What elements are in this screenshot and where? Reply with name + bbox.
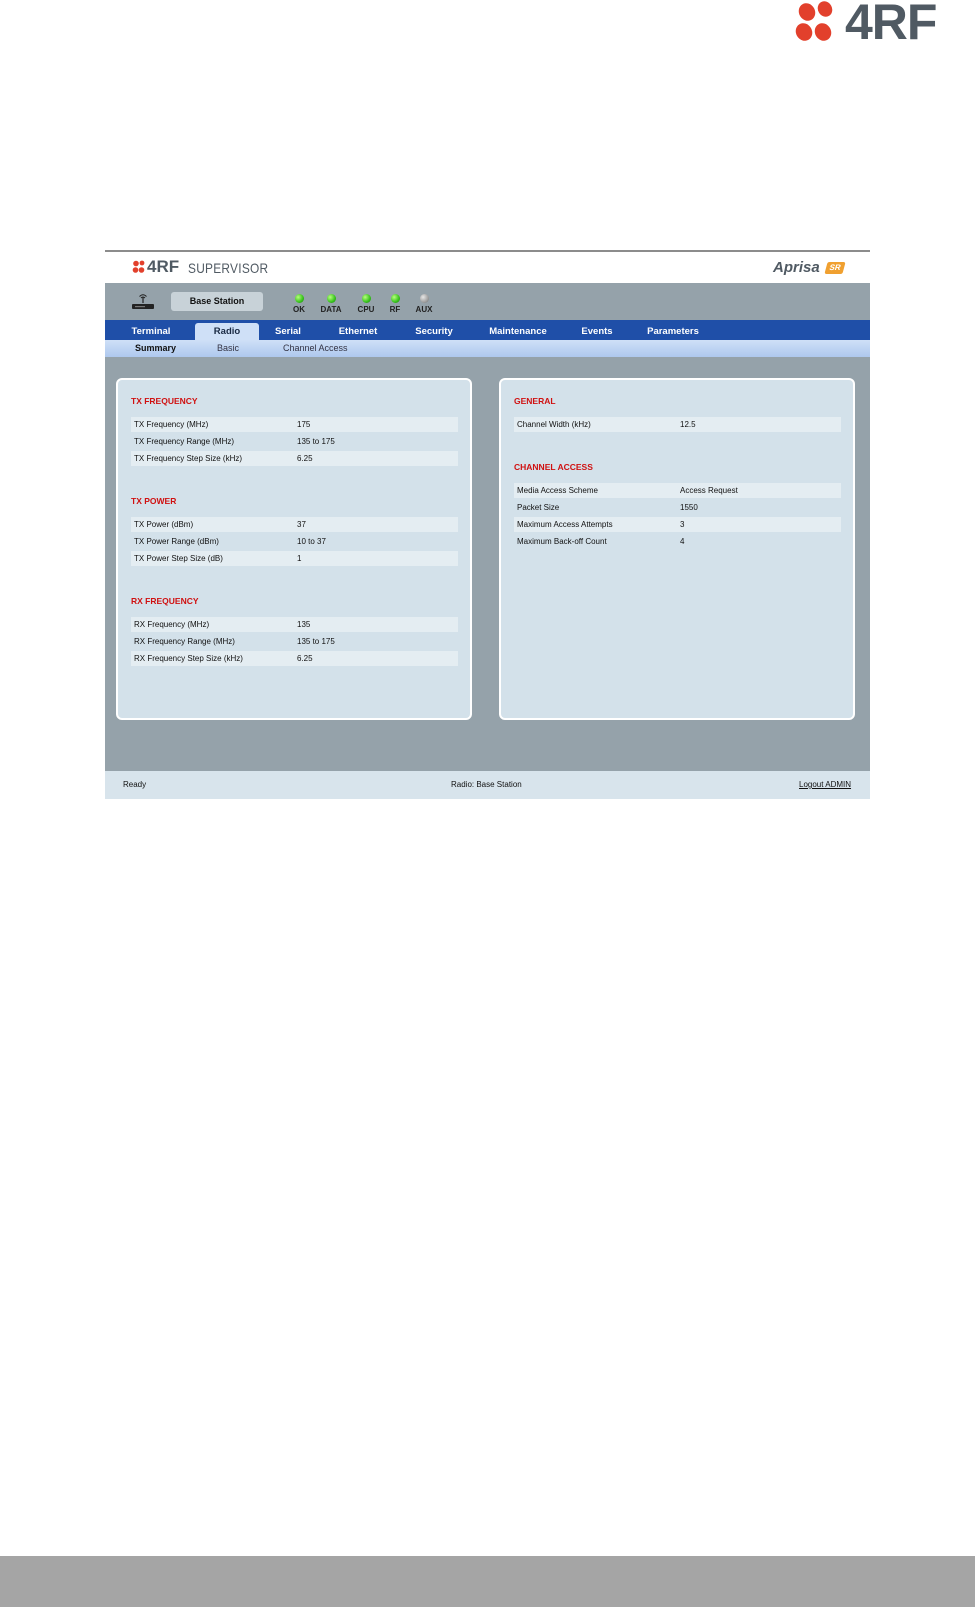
page-footer-band [0,1556,975,1607]
row-label: Maximum Back-off Count [517,537,607,546]
table-row: TX Frequency (MHz) 175 [131,417,458,432]
footer-status-bar: Ready Radio: Base Station Logout ADMIN [105,771,870,799]
table-row: Packet Size 1550 [514,500,841,515]
brand-4rf: 4RF [147,257,180,276]
row-value: 12.5 [680,420,696,429]
subtab-summary[interactable]: Summary [135,340,176,357]
table-row: Media Access Scheme Access Request [514,483,841,498]
led-data-icon [327,294,336,303]
app-header: 4RF SUPERVISOR Aprisa SR [105,252,870,283]
row-value: 1 [297,554,302,563]
row-value: 135 [297,620,311,629]
logout-link[interactable]: Logout ADMIN [799,779,851,791]
tab-serial[interactable]: Serial [265,323,311,340]
row-label: TX Power (dBm) [134,520,194,529]
main-nav: Terminal Radio Serial Ethernet Security … [105,320,870,340]
row-label: Packet Size [517,503,560,512]
section-title-general: GENERAL [514,396,556,406]
row-label: RX Frequency Range (MHz) [134,637,235,646]
row-value: Access Request [680,486,738,495]
table-row: RX Frequency Range (MHz) 135 to 175 [131,634,458,649]
table-row: Maximum Access Attempts 3 [514,517,841,532]
table-row: TX Frequency Range (MHz) 135 to 175 [131,434,458,449]
status-bar: Base Station OK DATA CPU RF AUX [105,283,870,320]
row-label: RX Frequency Step Size (kHz) [134,654,243,663]
section-title-channel-access: CHANNEL ACCESS [514,462,593,472]
led-label-aux: AUX [415,305,433,314]
tab-radio[interactable]: Radio [195,323,259,340]
table-row: RX Frequency (MHz) 135 [131,617,458,632]
led-label-ok: OK [293,305,305,314]
brand-dots-icon [132,260,145,273]
row-value: 3 [680,520,685,529]
sub-nav: Summary Basic Channel Access [105,340,870,357]
row-label: TX Frequency Step Size (kHz) [134,454,243,463]
logo-dots-icon [795,1,833,41]
tab-terminal[interactable]: Terminal [123,323,179,340]
tab-events[interactable]: Events [575,323,619,340]
brand-supervisor: SUPERVISOR [188,260,269,276]
row-label: Maximum Access Attempts [517,520,613,529]
subtab-basic[interactable]: Basic [217,340,239,357]
row-value: 6.25 [297,654,313,663]
row-label: TX Power Step Size (dB) [134,554,223,563]
tab-ethernet[interactable]: Ethernet [330,323,386,340]
row-value: 135 to 175 [297,437,335,446]
summary-panel-right: GENERAL Channel Width (kHz) 12.5 CHANNEL… [499,378,855,720]
section-title-rx-frequency: RX FREQUENCY [131,596,199,606]
led-aux-icon [420,294,429,303]
table-row: TX Frequency Step Size (kHz) 6.25 [131,451,458,466]
led-cpu-icon [362,294,371,303]
led-label-data: DATA [320,305,342,314]
footer-status-text: Ready [123,780,147,789]
table-row: Maximum Back-off Count 4 [514,534,841,549]
footer-context-text: Radio: Base Station [451,780,522,789]
row-value: 1550 [680,503,698,512]
section-title-tx-frequency: TX FREQUENCY [131,396,198,406]
led-rf-icon [391,294,400,303]
row-label: Media Access Scheme [517,486,598,495]
tab-parameters[interactable]: Parameters [641,323,705,340]
table-row: TX Power Step Size (dB) 1 [131,551,458,566]
table-row: TX Power Range (dBm) 10 to 37 [131,534,458,549]
row-value: 37 [297,520,306,529]
subtab-channel-access[interactable]: Channel Access [283,340,348,357]
row-label: RX Frequency (MHz) [134,620,210,629]
summary-panel-left: TX FREQUENCY TX Frequency (MHz) 175 TX F… [116,378,472,720]
row-value: 6.25 [297,454,313,463]
section-title-tx-power: TX POWER [131,496,177,506]
tab-security[interactable]: Security [408,323,460,340]
company-logo: 4RF [793,0,965,50]
row-label: TX Frequency Range (MHz) [134,437,235,446]
radio-device-icon [132,294,154,309]
supervisor-window: 4RF SUPERVISOR Aprisa SR Base Station OK… [105,250,870,799]
row-label: Channel Width (kHz) [517,420,591,429]
table-row: Channel Width (kHz) 12.5 [514,417,841,432]
aprisa-badge: SR [824,262,846,274]
tab-maintenance[interactable]: Maintenance [483,323,553,340]
station-name-box[interactable]: Base Station [171,292,263,311]
led-ok-icon [295,294,304,303]
row-value: 135 to 175 [297,637,335,646]
table-row: TX Power (dBm) 37 [131,517,458,532]
row-value: 10 to 37 [297,537,326,546]
aprisa-text: Aprisa [773,259,820,276]
logo-text: 4RF [845,0,937,50]
table-row: RX Frequency Step Size (kHz) 6.25 [131,651,458,666]
row-value: 175 [297,420,311,429]
row-label: TX Frequency (MHz) [134,420,209,429]
row-value: 4 [680,537,685,546]
row-label: TX Power Range (dBm) [134,537,219,546]
